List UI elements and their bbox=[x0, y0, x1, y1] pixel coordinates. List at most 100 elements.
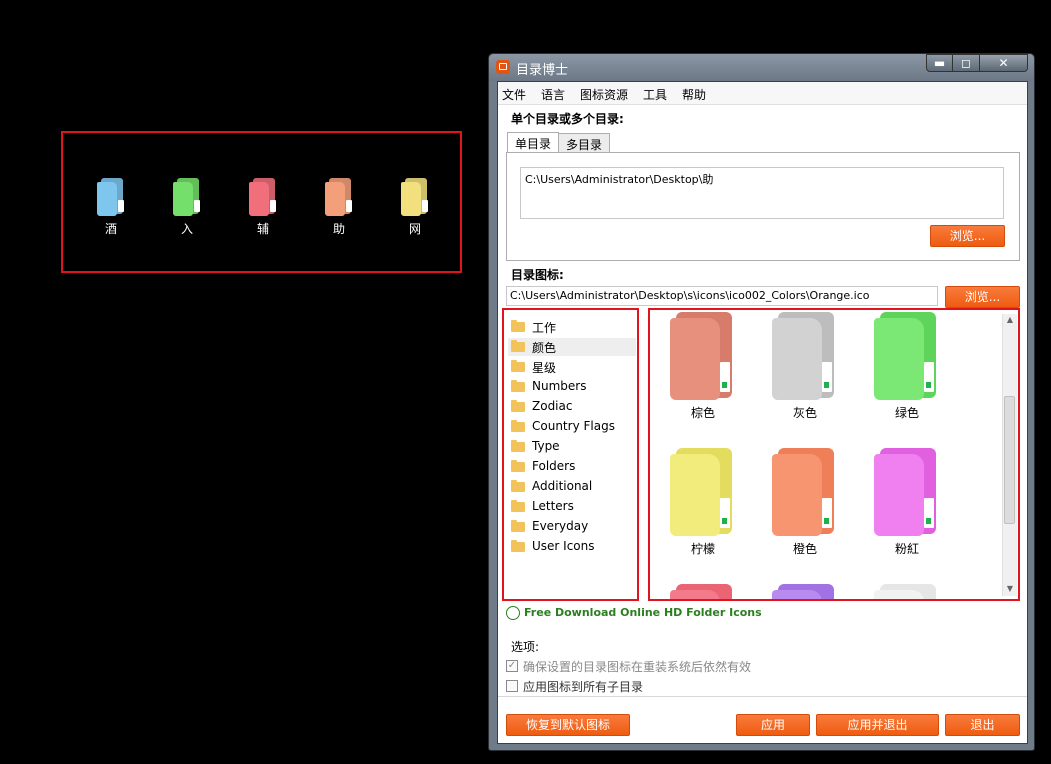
folder-icon bbox=[511, 420, 525, 432]
folder-icon bbox=[770, 584, 840, 599]
folder-icon bbox=[511, 320, 525, 332]
folder-icon bbox=[511, 480, 525, 492]
tree-item-label: Zodiac bbox=[532, 399, 573, 413]
desktop-folder-icon[interactable]: 网 bbox=[395, 178, 435, 237]
restore-default-button[interactable]: 恢复到默认图标 bbox=[506, 714, 630, 736]
scroll-up-arrow-icon[interactable]: ▲ bbox=[1003, 315, 1017, 324]
icon-browse-button[interactable]: 浏览... bbox=[945, 286, 1020, 308]
desktop-preview-frame: 酒入辅助网 bbox=[61, 131, 462, 273]
tree-item[interactable]: 工作 bbox=[508, 318, 636, 336]
tree-item-label: 星级 bbox=[532, 361, 557, 375]
icon-label: 目录图标: bbox=[511, 268, 564, 282]
tab-single-dir[interactable]: 单目录 bbox=[507, 132, 560, 153]
desktop-folder-label: 入 bbox=[180, 222, 193, 236]
tree-item[interactable]: Type bbox=[508, 438, 636, 456]
tree-item[interactable]: Folders bbox=[508, 458, 636, 476]
tab-multi-dir[interactable]: 多目录 bbox=[558, 133, 611, 153]
folder-icon bbox=[668, 448, 738, 538]
tree-item-label: User Icons bbox=[532, 539, 595, 553]
options-label: 选项: bbox=[511, 640, 540, 654]
folder-icon bbox=[511, 540, 525, 552]
app-icon bbox=[496, 60, 510, 74]
folder-icon bbox=[511, 500, 525, 512]
icon-path-field[interactable]: C:\Users\Administrator\Desktop\s\icons\i… bbox=[506, 286, 938, 306]
folder-icon bbox=[325, 178, 353, 216]
icon-grid-item[interactable] bbox=[658, 584, 748, 599]
icon-grid-item[interactable]: 灰色 bbox=[760, 312, 850, 421]
folder-icon bbox=[249, 178, 277, 216]
desktop-folder-icon[interactable]: 助 bbox=[319, 178, 359, 237]
icon-grid-item[interactable] bbox=[862, 584, 952, 599]
tree-item-label: Country Flags bbox=[532, 419, 615, 433]
tree-item-label: 颜色 bbox=[532, 341, 557, 355]
icon-grid-item[interactable]: 绿色 bbox=[862, 312, 952, 421]
icon-grid-item[interactable] bbox=[760, 584, 850, 599]
apply-subdirs-checkbox[interactable] bbox=[506, 680, 518, 692]
dirs-label: 单个目录或多个目录: bbox=[511, 112, 624, 126]
tree-item-label: 工作 bbox=[532, 321, 557, 335]
folder-icon bbox=[668, 312, 738, 402]
icon-category-tree: 工作颜色星级 Numbers Zodiac Country Flags Type Fold… bbox=[502, 308, 639, 601]
tree-item[interactable]: Numbers bbox=[508, 378, 636, 396]
scroll-down-arrow-icon[interactable]: ▼ bbox=[1003, 584, 1017, 593]
title-bar[interactable]: 目录博士 ▬ ◻ ✕ bbox=[489, 54, 1034, 81]
app-window: 目录博士 ▬ ◻ ✕ 文件 语言 图标资源 工具 帮助 单个目录或多个目录: 单… bbox=[488, 53, 1035, 751]
scroll-thumb[interactable] bbox=[1004, 396, 1015, 524]
folder-icon bbox=[511, 380, 525, 392]
menu-icon-resources[interactable]: 图标资源 bbox=[580, 86, 628, 103]
icon-grid-label: 柠檬 bbox=[690, 542, 715, 556]
maximize-button[interactable]: ◻ bbox=[953, 54, 980, 72]
folder-icon bbox=[511, 340, 525, 352]
tree-item[interactable]: User Icons bbox=[508, 538, 636, 556]
folder-icon bbox=[511, 360, 525, 372]
desktop-folder-icon[interactable]: 入 bbox=[167, 178, 207, 237]
close-button[interactable]: ✕ bbox=[980, 54, 1028, 72]
tree-item-label: Numbers bbox=[532, 379, 587, 393]
tree-item[interactable]: Additional bbox=[508, 478, 636, 496]
tree-item[interactable]: 星级 bbox=[508, 358, 636, 376]
icon-grid-item[interactable]: 棕色 bbox=[658, 312, 748, 421]
folder-icon bbox=[770, 448, 840, 538]
desktop-folder-icon[interactable]: 酒 bbox=[91, 178, 131, 237]
apply-exit-button[interactable]: 应用并退出 bbox=[816, 714, 939, 736]
icon-grid-label: 橙色 bbox=[792, 542, 817, 556]
menu-help[interactable]: 帮助 bbox=[682, 86, 706, 103]
icon-grid-item[interactable]: 柠檬 bbox=[658, 448, 748, 557]
folder-icon bbox=[401, 178, 429, 216]
icon-grid: 棕色 灰色 绿色柠檬 橙色 粉紅 ▲ ▼ bbox=[648, 308, 1020, 601]
icon-grid-label: 粉紅 bbox=[894, 542, 919, 556]
folder-icon bbox=[511, 440, 525, 452]
exit-button[interactable]: 退出 bbox=[945, 714, 1020, 736]
grid-scrollbar[interactable]: ▲ ▼ bbox=[1002, 314, 1017, 596]
tree-item[interactable]: Letters bbox=[508, 498, 636, 516]
persist-checkbox[interactable]: ✓ bbox=[506, 660, 518, 672]
tree-item[interactable]: Everyday bbox=[508, 518, 636, 536]
tree-item[interactable]: Country Flags bbox=[508, 418, 636, 436]
menu-language[interactable]: 语言 bbox=[541, 86, 565, 103]
menu-tools[interactable]: 工具 bbox=[643, 86, 667, 103]
minimize-button[interactable]: ▬ bbox=[926, 54, 953, 72]
tree-item-label: Additional bbox=[532, 479, 593, 493]
dir-browse-button[interactable]: 浏览... bbox=[930, 225, 1005, 247]
tree-item[interactable]: Zodiac bbox=[508, 398, 636, 416]
icon-grid-label: 棕色 bbox=[690, 406, 715, 420]
desktop-folder-icon[interactable]: 辅 bbox=[243, 178, 283, 237]
menu-file[interactable]: 文件 bbox=[502, 86, 526, 103]
icon-grid-item[interactable]: 粉紅 bbox=[862, 448, 952, 557]
dir-path-field[interactable]: C:\Users\Administrator\Desktop\助 bbox=[520, 167, 1004, 219]
desktop-folder-label: 酒 bbox=[104, 222, 117, 236]
folder-icon bbox=[97, 178, 125, 216]
tree-item[interactable]: 颜色 bbox=[508, 338, 636, 356]
apply-button[interactable]: 应用 bbox=[736, 714, 810, 736]
desktop-folder-label: 助 bbox=[332, 222, 345, 236]
tree-item-label: Folders bbox=[532, 459, 576, 473]
smile-icon bbox=[506, 606, 520, 620]
folder-icon bbox=[511, 520, 525, 532]
folder-icon bbox=[511, 460, 525, 472]
folder-icon bbox=[872, 584, 942, 599]
icon-grid-label: 绿色 bbox=[894, 406, 919, 420]
desktop-folder-label: 辅 bbox=[256, 222, 269, 236]
icon-grid-item[interactable]: 橙色 bbox=[760, 448, 850, 557]
icon-grid-label: 灰色 bbox=[792, 406, 817, 420]
folder-icon bbox=[872, 312, 942, 402]
